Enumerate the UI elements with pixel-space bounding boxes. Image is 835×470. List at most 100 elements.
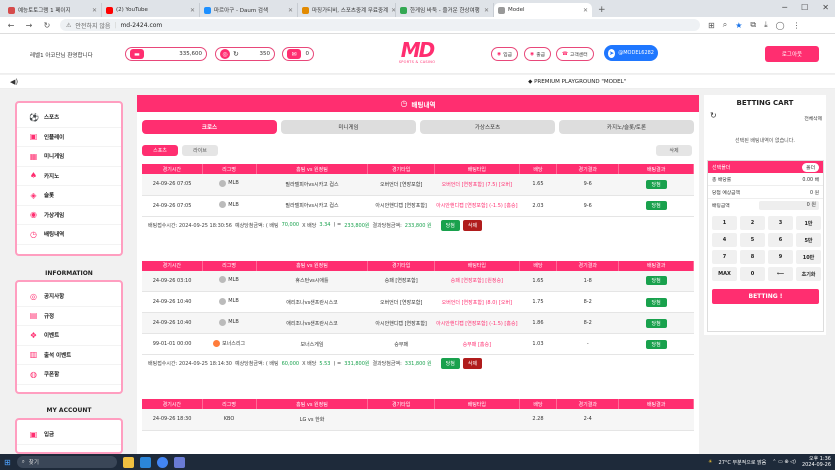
delete-button[interactable]: 삭제	[462, 358, 483, 369]
sub-tab[interactable]: 스포츠	[142, 145, 178, 156]
menu-icon[interactable]: ⋮	[793, 21, 801, 30]
sidebar-item[interactable]: ▤ 규정	[17, 307, 121, 326]
clear-cart-button[interactable]: 전체삭제	[804, 115, 822, 122]
edge-icon[interactable]	[139, 456, 151, 468]
league-cell: MLB	[202, 174, 257, 196]
close-window-icon[interactable]: ✕	[822, 3, 829, 12]
keypad-key[interactable]: 5만	[796, 233, 821, 247]
browser-tab[interactable]: 마징가티비, 스포츠중계 무료중계 ✕	[298, 3, 396, 17]
tab-close-icon[interactable]: ✕	[583, 7, 588, 14]
keypad-key[interactable]: 2	[740, 216, 765, 230]
sidebar-item[interactable]: ⚽ 스포츠	[17, 108, 121, 128]
profile-icon[interactable]: ◯	[776, 21, 785, 30]
forward-icon[interactable]: →	[24, 21, 34, 30]
keypad-key[interactable]: 6	[768, 233, 793, 247]
sidebar-item[interactable]: ❖ 이벤트	[17, 326, 121, 346]
match-time: 24-09-26 10:40	[152, 299, 192, 305]
keypad-key[interactable]: 9	[768, 250, 793, 264]
folder-badge[interactable]: 폴더	[802, 162, 819, 172]
amount-input[interactable]: 0 원	[759, 201, 819, 210]
tab-close-icon[interactable]: ✕	[484, 7, 489, 14]
sidebar-item[interactable]: ♠ 카지노	[17, 167, 121, 186]
maximize-icon[interactable]: ☐	[801, 3, 808, 12]
sidebar-item[interactable]: ▥ 출석 이벤트	[17, 346, 121, 365]
windows-start-icon[interactable]: ⊞	[4, 458, 11, 467]
extensions-icon[interactable]: ⧉	[750, 20, 756, 30]
message-pill[interactable]: ✉ 0	[282, 47, 314, 61]
keypad-key[interactable]: ⟵	[768, 267, 793, 281]
category-tab[interactable]: 카지노/슬롯/토론	[559, 120, 694, 134]
category-tab[interactable]: 가상스포츠	[420, 120, 555, 134]
win-button[interactable]: 당첨	[440, 358, 460, 369]
minimize-icon[interactable]: ─	[782, 3, 787, 12]
sidebar-item[interactable]: ◷ 배팅내역	[17, 225, 121, 245]
sidebar-item[interactable]: ◈ 슬롯	[17, 186, 121, 206]
point-pill[interactable]: ◎ ↻ 350	[215, 47, 275, 61]
keypad-key[interactable]: 8	[740, 250, 765, 264]
translate-icon[interactable]: ⊞	[708, 21, 715, 30]
score-cell: 2-4	[556, 409, 619, 431]
url-field[interactable]: ⚠ 안전하지 않음 | md-2424.com	[60, 19, 700, 31]
delete-button[interactable]: 삭제	[462, 219, 483, 231]
clock[interactable]: 오후 1:36 2024-09-26	[802, 456, 831, 468]
new-tab-icon[interactable]: +	[598, 3, 606, 17]
keypad-key[interactable]: 3	[768, 216, 793, 230]
zoom-icon[interactable]: ⌕	[723, 20, 727, 30]
reload-icon[interactable]: ↻	[42, 21, 52, 30]
app-icon[interactable]	[173, 456, 185, 468]
league: MLB	[228, 180, 239, 187]
keypad-key[interactable]: 초기화	[796, 267, 821, 281]
sidebar-item[interactable]: ▣ 입금	[17, 425, 121, 445]
keypad-key[interactable]: 10만	[796, 250, 821, 264]
tab-close-icon[interactable]: ✕	[92, 7, 97, 14]
support-button[interactable]: ☎ 고객센터	[556, 47, 594, 61]
refresh-icon[interactable]: ↻	[710, 111, 717, 120]
logout-button[interactable]: 로그아웃	[765, 46, 819, 62]
withdraw-button[interactable]: ◉ 출금	[524, 47, 552, 61]
tab-title: 마르아구 - Daum 검색	[214, 8, 269, 14]
wallet-pill[interactable]: ▬ 335,600	[125, 47, 207, 61]
keypad-key[interactable]: 5	[740, 233, 765, 247]
tray-icons[interactable]: ⌃ ▭ ⊕ ◁)	[772, 459, 796, 465]
chrome-icon[interactable]	[156, 456, 168, 468]
keypad-key[interactable]: 1만	[796, 216, 821, 230]
column-header: 리그명	[202, 164, 257, 174]
sub-tab[interactable]: 라이브	[182, 145, 218, 156]
sidebar-item-label: 출석 이벤트	[44, 352, 72, 359]
file-explorer-icon[interactable]	[122, 456, 134, 468]
bet-submit-button[interactable]: BETTING !	[712, 289, 819, 304]
back-icon[interactable]: ←	[6, 21, 16, 30]
keypad-key[interactable]: 1	[712, 216, 737, 230]
sidebar-item[interactable]: ▦ 미니게임	[17, 147, 121, 167]
keypad-key[interactable]: 4	[712, 233, 737, 247]
keypad-key[interactable]: 7	[712, 250, 737, 264]
telegram-button[interactable]: ➤ @MODEL6282	[604, 45, 658, 61]
sidebar-item[interactable]: ◎ 공지사항	[17, 287, 121, 307]
odds-cell: 1.03	[519, 333, 557, 355]
keypad-key[interactable]: MAX	[712, 267, 737, 281]
browser-tab[interactable]: Model ✕	[494, 3, 592, 17]
category-tab[interactable]: 크로스	[142, 120, 277, 134]
browser-tab[interactable]: (2) YouTube ✕	[102, 3, 200, 17]
site-logo[interactable]: MD SPORTS & CASINO	[397, 40, 437, 70]
tab-close-icon[interactable]: ✕	[288, 7, 293, 14]
keypad-key[interactable]: 0	[740, 267, 765, 281]
deposit-button[interactable]: ◉ 입금	[491, 47, 519, 61]
bonus-icon	[213, 339, 221, 347]
category-tab[interactable]: 미니게임	[281, 120, 416, 134]
column-header: 경기타입	[367, 164, 435, 174]
browser-tab[interactable]: 예능토토그램 1 페이지 ✕	[4, 3, 102, 17]
browser-tab[interactable]: 마르아구 - Daum 검색 ✕	[200, 3, 298, 17]
sidebar-item[interactable]: ◉ 가상게임	[17, 206, 121, 225]
sidebar-item[interactable]: ▣ 인플레이	[17, 128, 121, 147]
tab-close-icon[interactable]: ✕	[190, 7, 195, 14]
win-button[interactable]: 당첨	[440, 219, 460, 231]
notice-marquee: ◀) ◆ PREMIUM PLAYGROUND "MODEL"	[0, 75, 835, 89]
convert-icon[interactable]: ↻	[233, 50, 239, 58]
sidebar-item[interactable]: ◍ 쿠폰함	[17, 365, 121, 385]
download-icon[interactable]: ⤓	[764, 20, 768, 30]
taskbar-search[interactable]: ⌕ 찾기	[16, 456, 117, 468]
delete-all-button[interactable]: 삭제	[656, 145, 692, 156]
bookmark-star-icon[interactable]: ★	[735, 21, 742, 30]
browser-tab[interactable]: 한게임 바둑 - 즐거운 한상여행 ✕	[396, 3, 494, 17]
